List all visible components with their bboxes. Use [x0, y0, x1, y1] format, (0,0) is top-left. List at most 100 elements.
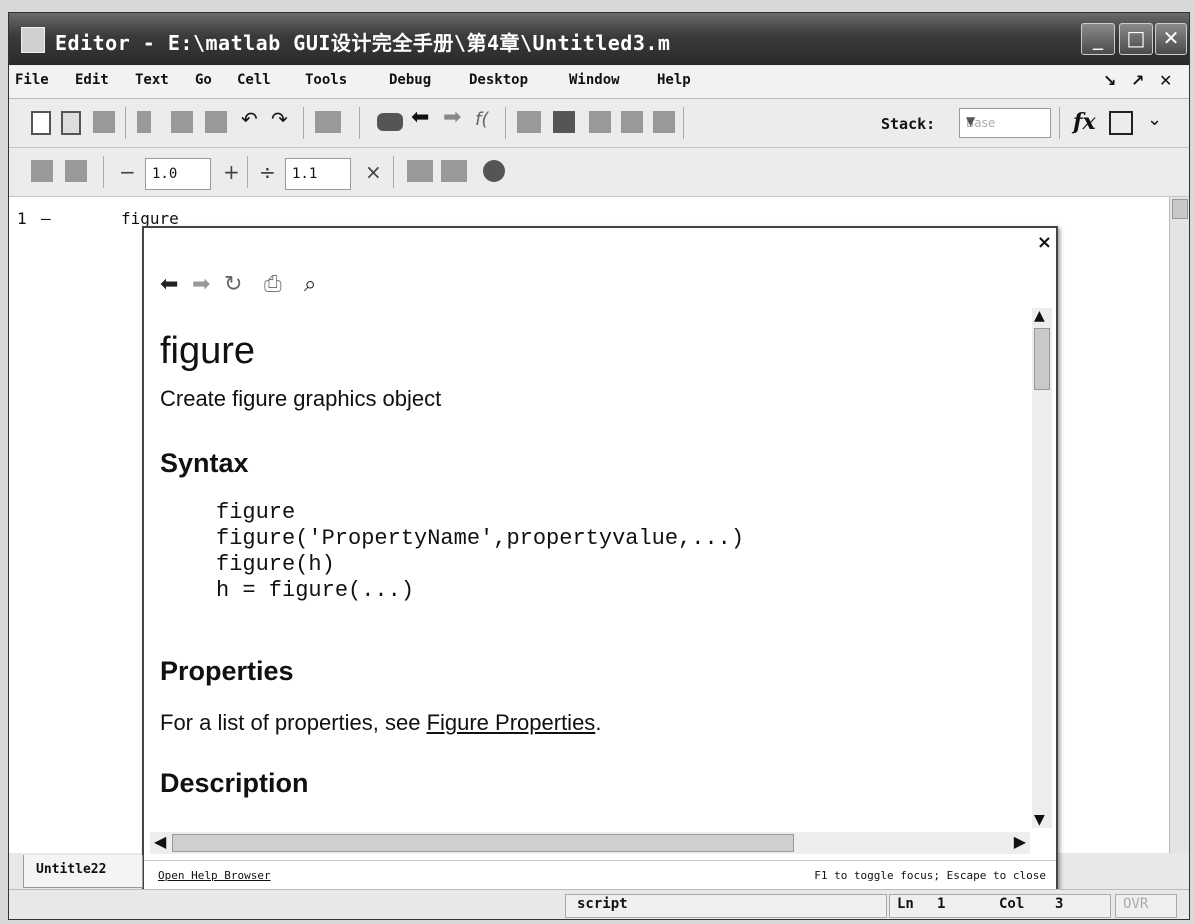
decrement-button[interactable]: − [119, 160, 136, 184]
scrollbar-thumb[interactable] [1034, 328, 1050, 390]
divide-button[interactable]: ÷ [259, 160, 276, 184]
toolbar-separator [125, 107, 126, 139]
menu-desktop[interactable]: Desktop [469, 72, 528, 88]
cell-next-icon[interactable] [441, 160, 467, 182]
step-out-icon[interactable] [653, 111, 675, 133]
menu-file[interactable]: File [15, 72, 49, 88]
close-button[interactable]: ✕ [1155, 23, 1187, 55]
toolbar-separator [683, 107, 684, 139]
increment-button[interactable]: + [223, 160, 240, 184]
function-help-popup: × ⬅ ➡ ↻ ⎙ ⌕ figure Create figure graphic… [142, 226, 1058, 898]
figure-properties-link[interactable]: Figure Properties [427, 710, 596, 735]
menu-edit[interactable]: Edit [75, 72, 109, 88]
col-value: 3 [1055, 896, 1064, 912]
breakpoint-icon[interactable] [553, 111, 575, 133]
back-icon[interactable]: ⬅ [411, 105, 433, 130]
new-file-icon[interactable] [31, 111, 51, 135]
editor-window: Editor - E:\matlab GUI设计完全手册\第4章\Untitle… [8, 12, 1190, 920]
multiplier-value-field[interactable]: 1.1 [285, 158, 351, 190]
status-bar: script Ln 1 Col 3 OVR [9, 889, 1189, 919]
field-value: 1.1 [292, 166, 318, 182]
toolbar-separator [393, 156, 394, 188]
menu-window[interactable]: Window [569, 72, 620, 88]
col-label: Col [999, 896, 1025, 912]
fx-button[interactable]: fx [1073, 109, 1096, 135]
refresh-icon[interactable]: ↻ [224, 272, 242, 297]
properties-text: For a list of properties, see Figure Pro… [160, 710, 601, 736]
dock-icon[interactable]: ↗ [1131, 71, 1144, 90]
help-hint: F1 to toggle focus; Escape to close [814, 869, 1046, 882]
toolbar-separator [303, 107, 304, 139]
description-heading: Description [160, 768, 309, 798]
toolbar-separator [505, 107, 506, 139]
print-icon[interactable]: ⎙ [264, 272, 282, 297]
layout-button[interactable] [1109, 111, 1133, 135]
step-icon[interactable] [589, 111, 611, 133]
file-tab[interactable]: Untitle22 [23, 855, 143, 888]
menu-debug[interactable]: Debug [389, 72, 431, 88]
menu-cell[interactable]: Cell [237, 72, 271, 88]
help-hscrollbar[interactable]: ◀ ▶ [150, 832, 1030, 854]
cell-prev-icon[interactable] [407, 160, 433, 182]
close-icon[interactable]: × [1037, 232, 1052, 253]
chevron-left-icon[interactable]: ◀ [154, 832, 166, 851]
open-file-icon[interactable] [61, 111, 81, 135]
menu-go[interactable]: Go [195, 72, 212, 88]
toolbar-separator [103, 156, 104, 188]
forward-icon[interactable]: ➡ [443, 105, 465, 130]
editor-scrollbar[interactable] [1169, 197, 1189, 853]
menu-help[interactable]: Help [657, 72, 691, 88]
menu-tools[interactable]: Tools [305, 72, 347, 88]
chevron-right-icon[interactable]: ▶ [1014, 832, 1026, 851]
minimize-button[interactable]: _ [1081, 23, 1115, 55]
file-tab-label: Untitle22 [36, 862, 107, 877]
syntax-line: h = figure(...) [216, 578, 415, 603]
undo-icon[interactable]: ↶ [241, 107, 263, 131]
help-scrollbar[interactable]: ▲ ▼ [1032, 308, 1052, 828]
cut-icon[interactable] [137, 111, 151, 133]
chevron-down-icon[interactable]: ▼ [1034, 812, 1045, 828]
eval-cell-icon[interactable] [65, 160, 87, 182]
cell-info-icon[interactable] [483, 160, 505, 182]
back-icon[interactable]: ⬅ [160, 272, 178, 297]
line-marker: – [41, 209, 51, 228]
properties-heading: Properties [160, 656, 294, 686]
multiply-button[interactable]: × [365, 160, 382, 184]
ln-value: 1 [937, 896, 946, 912]
find-icon[interactable]: ⌕ [304, 272, 316, 297]
scrollbar-thumb[interactable] [172, 834, 794, 852]
menu-text[interactable]: Text [135, 72, 169, 88]
insert-cell-icon[interactable] [31, 160, 53, 182]
forward-icon[interactable]: ➡ [192, 272, 210, 297]
paste-icon[interactable] [205, 111, 227, 133]
save-icon[interactable] [93, 111, 115, 133]
stack-select[interactable]: Base ▼ [959, 108, 1051, 138]
scrollbar-thumb[interactable] [1172, 199, 1188, 219]
line-number: 1 [17, 209, 27, 228]
chevron-up-icon[interactable]: ▲ [1034, 308, 1045, 324]
maximize-icon: □ [1126, 26, 1146, 50]
help-title: figure [160, 330, 256, 372]
close-doc-icon[interactable]: ✕ [1159, 71, 1172, 90]
help-footer: Open Help Browser F1 to toggle focus; Es… [144, 860, 1056, 891]
open-help-browser-link[interactable]: Open Help Browser [158, 869, 271, 882]
increment-value-field[interactable]: 1.0 [145, 158, 211, 190]
syntax-line: figure(h) [216, 552, 335, 577]
toolbar-separator [1059, 107, 1060, 139]
function-icon[interactable]: f( [475, 109, 497, 131]
syntax-line: figure('PropertyName',propertyvalue,...) [216, 526, 745, 551]
find-icon[interactable] [377, 113, 403, 131]
undock-icon[interactable]: ↘ [1103, 71, 1116, 90]
step-in-icon[interactable] [621, 111, 643, 133]
print-icon[interactable] [315, 111, 341, 133]
title-bar[interactable]: Editor - E:\matlab GUI设计完全手册\第4章\Untitle… [9, 13, 1189, 65]
copy-icon[interactable] [171, 111, 193, 133]
syntax-heading: Syntax [160, 448, 249, 478]
maximize-button[interactable]: □ [1119, 23, 1153, 55]
help-subtitle: Create figure graphics object [160, 386, 442, 411]
status-mode: script [577, 896, 628, 912]
menu-bar: File Edit Text Go Cell Tools Debug Deskt… [9, 66, 1189, 99]
chevron-down-icon[interactable]: ⌄ [1147, 109, 1162, 130]
redo-icon[interactable]: ↷ [271, 107, 293, 131]
run-icon[interactable] [517, 111, 541, 133]
